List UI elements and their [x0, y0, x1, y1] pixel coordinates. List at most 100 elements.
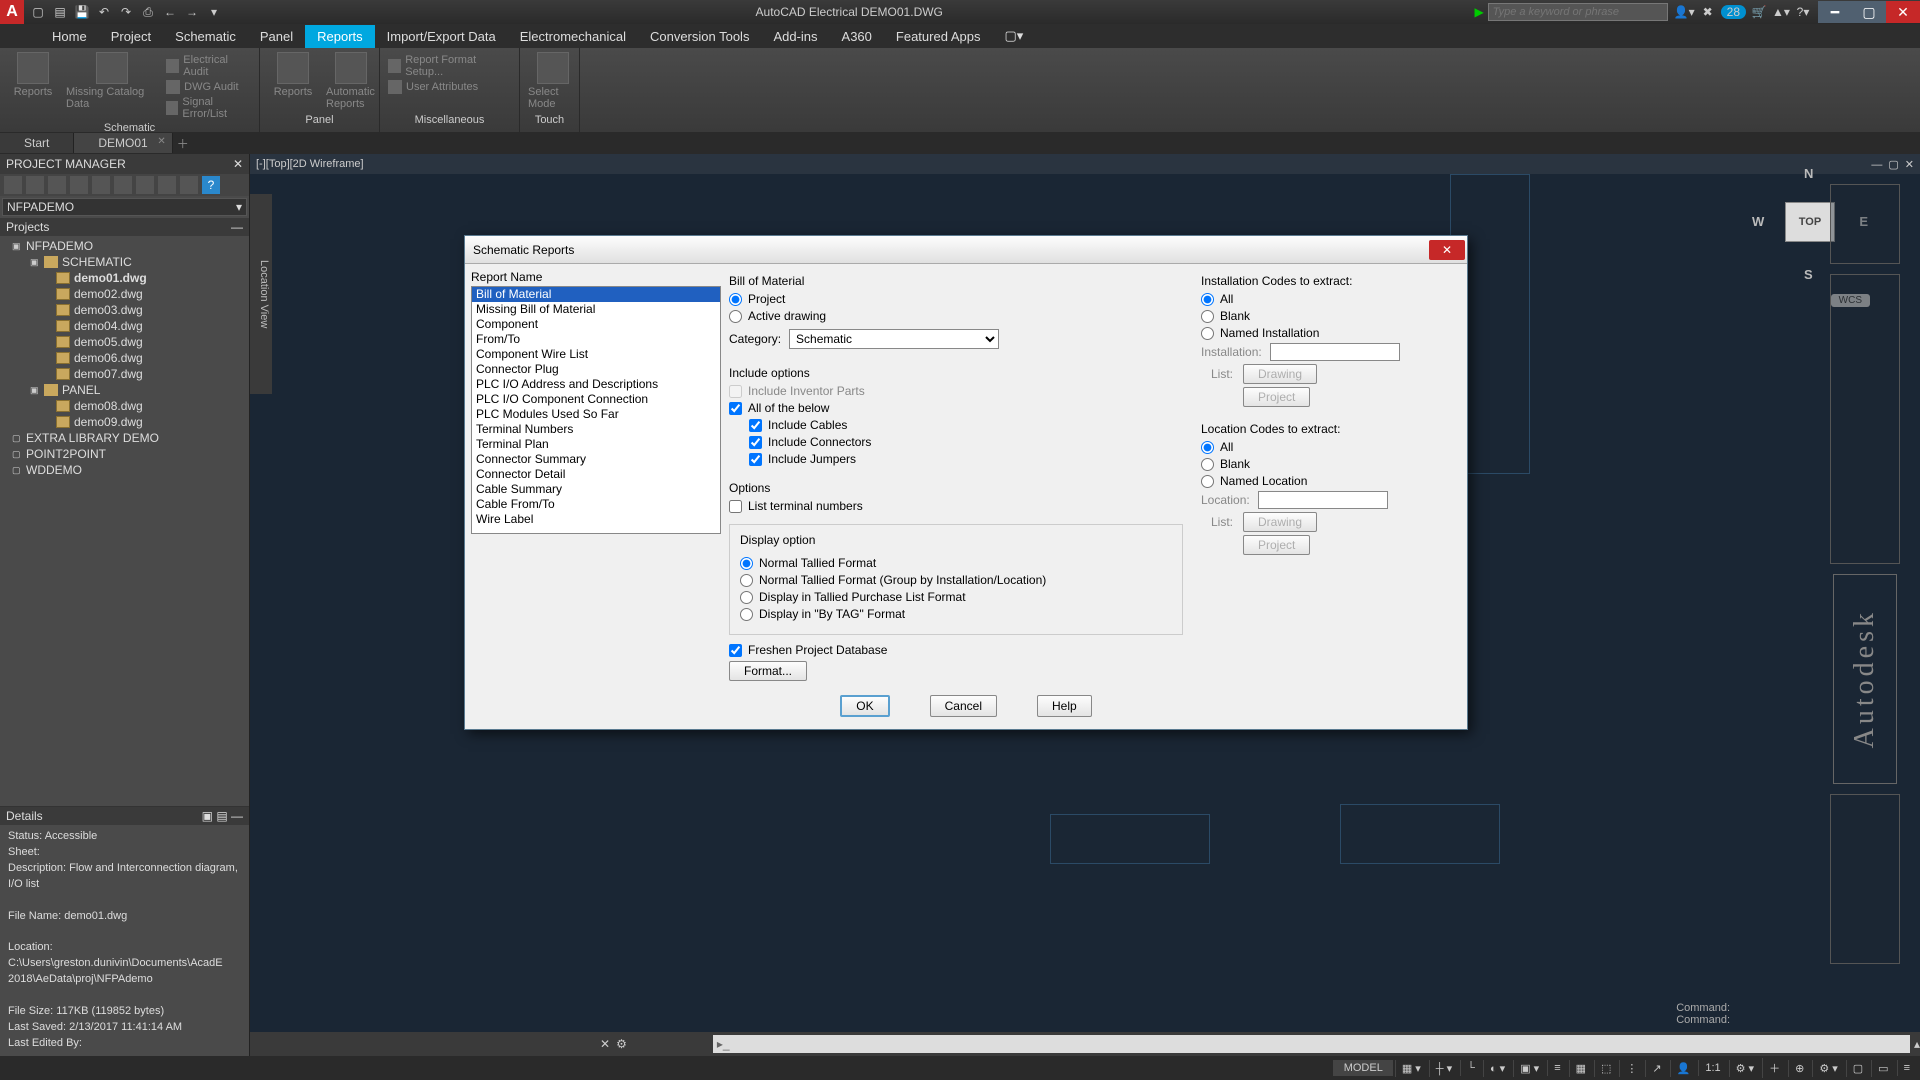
tab-a360[interactable]: A360	[830, 25, 884, 48]
tree-extra[interactable]: ▢EXTRA LIBRARY DEMO	[0, 430, 249, 446]
user-attributes-button[interactable]: User Attributes	[388, 80, 511, 94]
list-item[interactable]: Cable Summary	[472, 482, 720, 497]
list-item[interactable]: Terminal Plan	[472, 437, 720, 452]
radio-inst-named[interactable]: Named Installation	[1201, 326, 1461, 340]
user-icon[interactable]: 👤	[1670, 1060, 1697, 1077]
tree-folder-schematic[interactable]: ▣SCHEMATIC	[0, 254, 249, 270]
missing-catalog-button[interactable]: Missing Catalog Data	[66, 52, 158, 122]
plus-icon[interactable]: ＋	[1762, 1058, 1786, 1078]
tab-schematic[interactable]: Schematic	[163, 25, 248, 48]
search-play-icon[interactable]: ▶	[1474, 5, 1483, 19]
tab-expand-icon[interactable]: ▢▾	[992, 24, 1035, 48]
canvas-close-icon[interactable]: ✕	[1905, 159, 1914, 171]
auto-reports-button[interactable]: Automatic Reports	[326, 52, 376, 114]
polar-icon[interactable]: ◐ ▾	[1483, 1060, 1511, 1077]
tree-file[interactable]: demo04.dwg	[0, 318, 249, 334]
electrical-audit-button[interactable]: Electrical Audit	[166, 54, 251, 78]
tree-file[interactable]: demo06.dwg	[0, 350, 249, 366]
tab-project[interactable]: Project	[99, 25, 163, 48]
doc-tab-demo01[interactable]: DEMO01✕	[74, 133, 172, 153]
radio-loc-all[interactable]: All	[1201, 440, 1461, 454]
grid-icon[interactable]: ▦ ▾	[1395, 1060, 1427, 1077]
select-mode-button[interactable]: Select Mode	[528, 52, 578, 114]
radio-inst-all[interactable]: All	[1201, 292, 1461, 306]
tree-file[interactable]: demo05.dwg	[0, 334, 249, 350]
qat-more-icon[interactable]: ▾	[204, 3, 224, 21]
viewcube-n[interactable]: N	[1804, 166, 1813, 181]
tab-reports[interactable]: Reports	[305, 25, 375, 48]
app-logo[interactable]: A	[0, 0, 24, 24]
nav-panel[interactable]	[1830, 274, 1900, 564]
ortho-icon[interactable]: └	[1460, 1060, 1481, 1076]
wire-icon[interactable]: ↗	[1645, 1060, 1667, 1077]
gear-icon[interactable]: ⚙ ▾	[1729, 1060, 1760, 1077]
pm-tb-help-icon[interactable]: ?	[202, 176, 220, 194]
dialog-close-button[interactable]: ✕	[1429, 240, 1465, 260]
tree-file[interactable]: demo07.dwg	[0, 366, 249, 382]
radio-loc-blank[interactable]: Blank	[1201, 457, 1461, 471]
help-icon[interactable]: ?▾	[1794, 5, 1812, 19]
dwg-audit-button[interactable]: DWG Audit	[166, 80, 251, 94]
cancel-button[interactable]: Cancel	[930, 695, 997, 717]
cycling-icon[interactable]: ⬚	[1594, 1060, 1617, 1077]
pm-tb-icon[interactable]	[4, 176, 22, 194]
workspace-icon[interactable]: ⚙ ▾	[1812, 1060, 1843, 1077]
dialog-title-bar[interactable]: Schematic Reports ✕	[465, 236, 1467, 264]
minimize-button[interactable]: ━	[1818, 1, 1852, 23]
chk-list-terminal[interactable]: List terminal numbers	[729, 499, 1183, 513]
pm-tb-icon[interactable]	[26, 176, 44, 194]
transparency-icon[interactable]: ▦	[1569, 1060, 1592, 1077]
tab-import-export[interactable]: Import/Export Data	[375, 25, 508, 48]
maximize-button[interactable]: ▢	[1852, 1, 1886, 23]
new-tab-button[interactable]: ＋	[173, 135, 193, 152]
list-item[interactable]: Missing Bill of Material	[472, 302, 720, 317]
list-item[interactable]: Connector Plug	[472, 362, 720, 377]
radio-normal-tallied[interactable]: Normal Tallied Format	[740, 556, 1172, 570]
pm-tb-icon[interactable]	[180, 176, 198, 194]
help-search-input[interactable]	[1488, 3, 1668, 21]
tree-file[interactable]: demo09.dwg	[0, 414, 249, 430]
nav-panel[interactable]	[1830, 184, 1900, 264]
chk-include-jumpers[interactable]: Include Jumpers	[749, 452, 1183, 466]
pm-tb-icon[interactable]	[70, 176, 88, 194]
list-item[interactable]: Component	[472, 317, 720, 332]
close-button[interactable]: ✕	[1886, 1, 1920, 23]
qat-new-icon[interactable]: ▢	[28, 3, 48, 21]
list-item[interactable]: Connector Detail	[472, 467, 720, 482]
sign-in-icon[interactable]: 👤▾	[1674, 5, 1695, 19]
list-item[interactable]: PLC I/O Component Connection	[472, 392, 720, 407]
chk-all-below[interactable]: All of the below	[729, 401, 1183, 415]
tab-conversion[interactable]: Conversion Tools	[638, 25, 761, 48]
list-item[interactable]: PLC I/O Address and Descriptions	[472, 377, 720, 392]
tree-p2p[interactable]: ▢POINT2POINT	[0, 446, 249, 462]
details-icon[interactable]: ▤	[216, 809, 227, 823]
reports-button[interactable]: Reports	[8, 52, 58, 122]
ok-button[interactable]: OK	[840, 695, 889, 717]
view-label[interactable]: [-][Top][2D Wireframe]	[256, 158, 364, 170]
lineweight-icon[interactable]: ≡	[1547, 1060, 1566, 1076]
monitor-icon[interactable]: ▢	[1846, 1060, 1869, 1077]
qat-undo-icon[interactable]: ↶	[94, 3, 114, 21]
annotation-icon[interactable]: ⊕	[1788, 1060, 1810, 1077]
snap-icon[interactable]: ┼ ▾	[1429, 1060, 1458, 1077]
list-item[interactable]: Component Wire List	[472, 347, 720, 362]
radio-active-drawing[interactable]: Active drawing	[729, 309, 1183, 323]
location-view-tab[interactable]: Location View	[250, 194, 272, 394]
tab-featured[interactable]: Featured Apps	[884, 25, 993, 48]
list-item[interactable]: PLC Modules Used So Far	[472, 407, 720, 422]
chk-include-connectors[interactable]: Include Connectors	[749, 435, 1183, 449]
tab-electromech[interactable]: Electromechanical	[508, 25, 638, 48]
pm-tb-icon[interactable]	[48, 176, 66, 194]
radio-normal-group[interactable]: Normal Tallied Format (Group by Installa…	[740, 573, 1172, 587]
pm-tb-icon[interactable]	[114, 176, 132, 194]
tab-addins[interactable]: Add-ins	[761, 25, 829, 48]
category-select[interactable]: Schematic	[789, 329, 999, 349]
details-collapse-icon[interactable]: —	[231, 809, 243, 823]
doc-tab-start[interactable]: Start	[0, 133, 74, 153]
help-button[interactable]: Help	[1037, 695, 1092, 717]
viewcube-top[interactable]: TOP	[1785, 202, 1835, 242]
cmd-expand-icon[interactable]: ▴	[1914, 1037, 1920, 1051]
tab-panel[interactable]: Panel	[248, 25, 305, 48]
qat-save-icon[interactable]: 💾	[72, 3, 92, 21]
tree-root[interactable]: ▣NFPADEMO	[0, 238, 249, 254]
